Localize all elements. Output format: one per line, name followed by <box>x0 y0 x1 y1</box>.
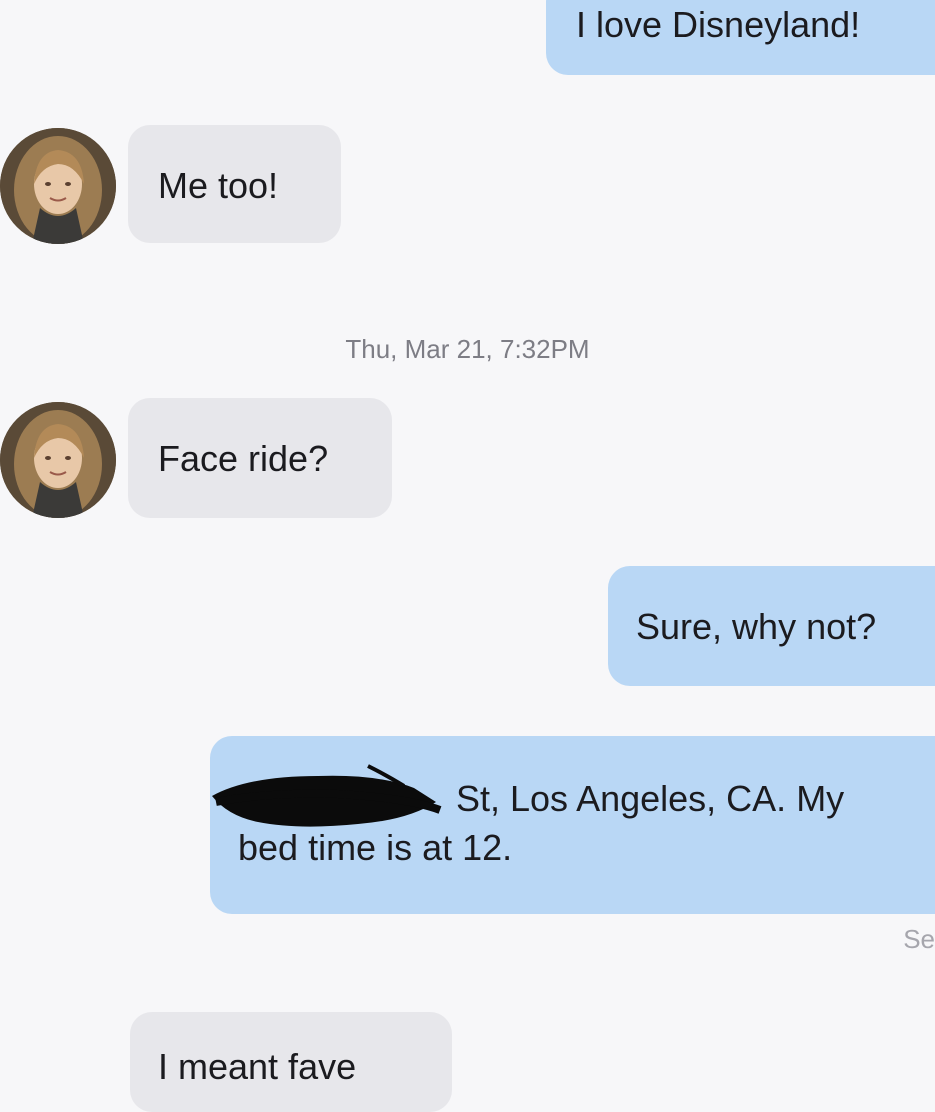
message-text: I meant fave <box>158 1046 357 1087</box>
avatar-icon <box>0 128 116 244</box>
conversation-timestamp: Thu, Mar 21, 7:32PM <box>345 334 590 364</box>
message-bubble-received[interactable]: Me too! <box>128 125 341 243</box>
message-bubble-received[interactable]: I meant fave <box>130 1012 452 1112</box>
message-text: Me too! <box>158 165 279 206</box>
contact-avatar[interactable] <box>0 402 116 518</box>
message-bubble-received[interactable]: Face ride? <box>128 398 392 518</box>
message-status: Se <box>903 924 935 954</box>
message-text: I love Disneyland! <box>576 4 861 45</box>
redaction-mark <box>212 764 442 827</box>
avatar-icon <box>0 402 116 518</box>
contact-avatar[interactable] <box>0 128 116 244</box>
message-text: Sure, why not? <box>636 606 877 647</box>
message-text: Face ride? <box>158 438 329 479</box>
message-bubble-sent[interactable]: I love Disneyland! <box>546 0 935 75</box>
message-bubble-sent[interactable]: Sure, why not? <box>608 566 935 686</box>
